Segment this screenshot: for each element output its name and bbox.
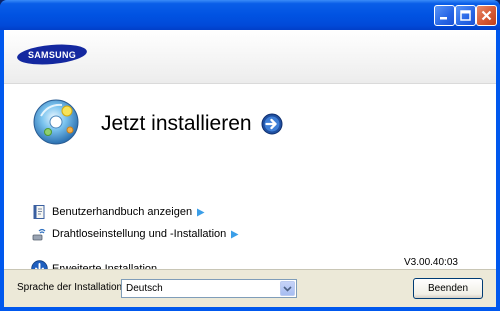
version-label: V3.00.40:03 <box>404 257 458 268</box>
language-select[interactable]: Deutsch <box>121 279 297 298</box>
header-band: SAMSUNG <box>4 30 496 84</box>
wireless-setup-label: Drahtloseinstellung und -Installation <box>52 228 227 240</box>
title-bar[interactable] <box>0 0 500 30</box>
samsung-logo-text: SAMSUNG <box>28 50 76 60</box>
install-now-title[interactable]: Jetzt installieren <box>101 112 252 136</box>
footer-bar: Sprache der Installation: Deutsch Beende… <box>4 269 496 307</box>
exit-button[interactable]: Beenden <box>413 278 483 299</box>
maximize-icon <box>460 10 471 21</box>
wireless-setup-link[interactable]: Drahtloseinstellung und -Installation <box>31 225 239 243</box>
user-manual-label: Benutzerhandbuch anzeigen <box>52 206 193 218</box>
installer-window: SAMSUNG Jetzt installieren Benutzerhandb… <box>0 0 500 311</box>
language-select-value: Deutsch <box>126 283 163 294</box>
samsung-logo: SAMSUNG <box>17 44 87 65</box>
minimize-button[interactable] <box>434 5 455 26</box>
manual-book-icon <box>33 205 45 219</box>
play-arrow-icon <box>197 208 205 216</box>
install-disc-icon <box>33 99 79 145</box>
play-arrow-icon <box>231 230 239 238</box>
window-body: SAMSUNG Jetzt installieren Benutzerhandb… <box>4 30 496 307</box>
user-manual-link[interactable]: Benutzerhandbuch anzeigen <box>31 203 205 221</box>
close-button[interactable] <box>476 5 497 26</box>
main-content: Jetzt installieren Benutzerhandbuch anze… <box>4 84 496 277</box>
language-label: Sprache der Installation: <box>17 282 125 293</box>
wireless-icon <box>32 228 46 241</box>
chevron-down-icon[interactable] <box>280 281 295 296</box>
maximize-button[interactable] <box>455 5 476 26</box>
install-now-arrow-icon[interactable] <box>261 113 283 135</box>
close-icon <box>481 10 492 21</box>
minimize-icon <box>440 17 447 20</box>
